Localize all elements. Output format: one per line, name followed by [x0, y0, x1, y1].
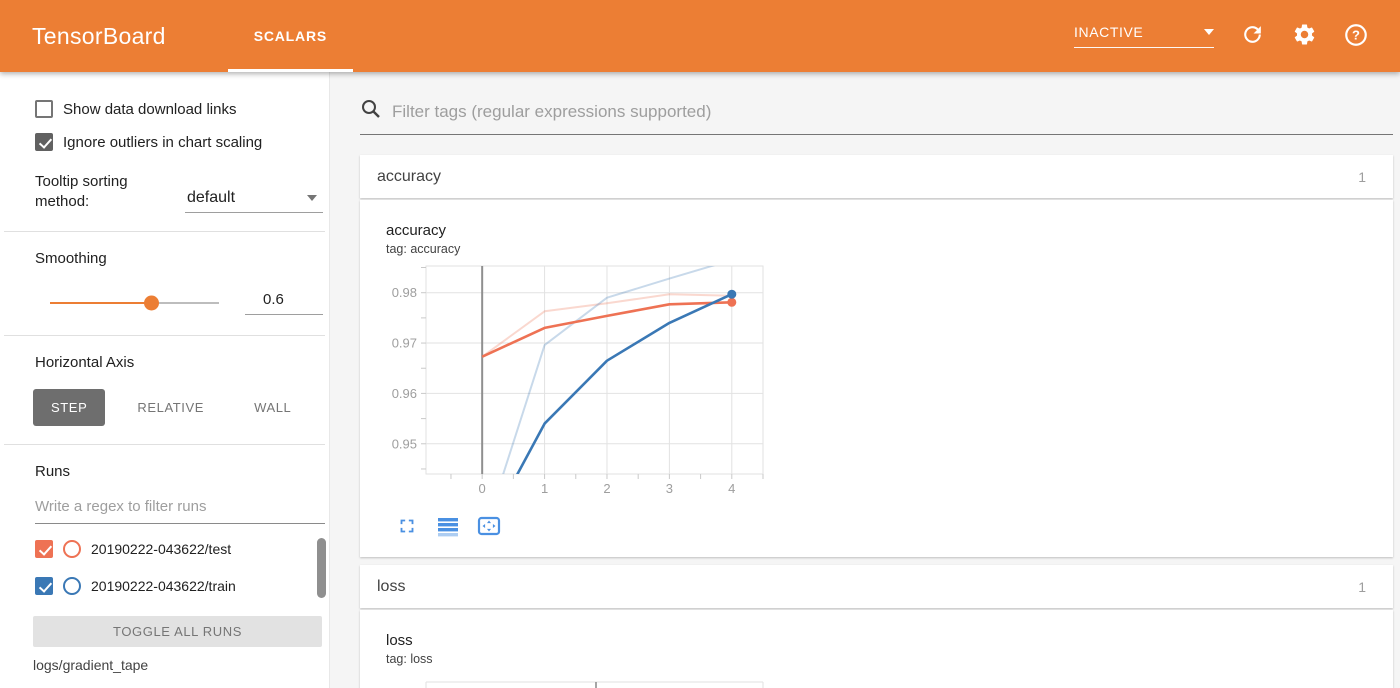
axis-relative-button[interactable]: RELATIVE — [119, 389, 222, 426]
svg-text:1: 1 — [541, 481, 548, 496]
svg-text:3: 3 — [666, 481, 673, 496]
reload-status-select[interactable]: INACTIVE — [1074, 24, 1214, 48]
svg-text:0.98: 0.98 — [392, 285, 417, 300]
run-test-label: 20190222-043622/test — [91, 541, 231, 557]
tooltip-sorting-value: default — [187, 189, 235, 207]
runs-list: 20190222-043622/test 20190222-043622/tra… — [0, 536, 329, 616]
tag-group-header-loss[interactable]: loss 1 — [360, 565, 1393, 608]
help-icon: ? — [1343, 22, 1369, 51]
tooltip-sorting-label: Tooltip sorting method: — [35, 172, 185, 213]
accuracy-card-body: accuracy tag: accuracy 0 1 2 3 4 0.95 0.96 0.97… — [360, 200, 1393, 557]
chevron-down-icon — [307, 195, 317, 201]
run-row-train: 20190222-043622/train — [0, 577, 329, 595]
appbar-actions: INACTIVE ? — [1074, 22, 1400, 50]
help-button[interactable]: ? — [1342, 22, 1370, 50]
chart-subtitle: tag: loss — [386, 652, 1393, 666]
refresh-icon — [1240, 22, 1265, 50]
smoothing-slider-fill — [50, 302, 151, 304]
run-row-test: 20190222-043622/test — [0, 540, 329, 558]
smoothing-label: Smoothing — [0, 250, 329, 267]
smoothing-slider[interactable] — [50, 302, 219, 304]
tag-group-title: accuracy — [377, 168, 441, 186]
loss-card-body: loss tag: loss 0.9 — [360, 610, 1393, 688]
svg-text:0: 0 — [479, 481, 486, 496]
loss-line-chart[interactable]: 0.9 — [386, 674, 1393, 688]
chart-title: loss — [386, 632, 1393, 649]
svg-text:4: 4 — [728, 481, 735, 496]
run-train-label: 20190222-043622/train — [91, 578, 236, 594]
runs-filter-input[interactable] — [35, 494, 325, 524]
run-train-checkbox[interactable] — [35, 577, 53, 595]
tab-scalars-label: SCALARS — [254, 28, 327, 44]
fit-to-data-icon — [476, 514, 502, 541]
show-download-links-label: Show data download links — [63, 101, 236, 118]
tag-group-count: 1 — [1358, 579, 1366, 595]
log-directory-label: logs/gradient_tape — [0, 647, 329, 673]
tag-group-count: 1 — [1358, 169, 1366, 185]
tag-group-title: loss — [377, 578, 405, 596]
tab-scalars[interactable]: SCALARS — [228, 0, 353, 72]
refresh-button[interactable] — [1238, 22, 1266, 50]
ignore-outliers-checkbox[interactable] — [35, 133, 53, 151]
svg-text:0.95: 0.95 — [392, 436, 417, 451]
run-test-color-swatch — [63, 540, 81, 558]
smoothing-slider-thumb[interactable] — [144, 295, 159, 310]
runs-label: Runs — [0, 463, 329, 480]
chart-actions — [386, 513, 1393, 541]
log-scale-button[interactable] — [434, 513, 462, 541]
fullscreen-icon — [396, 515, 418, 540]
tag-group-accuracy: accuracy 1 accuracy tag: accuracy 012340… — [360, 155, 1393, 557]
reload-status-label: INACTIVE — [1074, 24, 1143, 40]
axis-wall-button[interactable]: WALL — [236, 389, 309, 426]
horizontal-axis-label: Horizontal Axis — [0, 354, 329, 371]
tab-bar: SCALARS — [228, 0, 353, 72]
app-header: TensorBoard SCALARS INACTIVE ? — [0, 0, 1400, 72]
scalars-dashboard: accuracy 1 accuracy tag: accuracy 012340… — [330, 72, 1400, 688]
chart-subtitle: tag: accuracy — [386, 242, 1393, 256]
settings-button[interactable] — [1290, 22, 1318, 50]
app-title: TensorBoard — [32, 23, 166, 50]
tooltip-sorting-select[interactable]: default — [185, 189, 323, 213]
run-test-checkbox[interactable] — [35, 540, 53, 558]
search-icon — [360, 98, 382, 125]
svg-text:2: 2 — [603, 481, 610, 496]
gear-icon — [1292, 22, 1317, 50]
svg-text:?: ? — [1352, 27, 1360, 42]
run-train-color-swatch — [63, 577, 81, 595]
accuracy-line-chart[interactable]: 0 1 2 3 4 0.95 0.96 0.97 0.98 — [386, 264, 1393, 509]
svg-text:0.96: 0.96 — [392, 386, 417, 401]
smoothing-value-field[interactable]: 0.6 — [245, 291, 323, 315]
settings-sidebar: Show data download links Ignore outliers… — [0, 72, 330, 688]
show-download-links-checkbox[interactable] — [35, 100, 53, 118]
axis-step-button[interactable]: STEP — [33, 389, 105, 426]
chart-title: accuracy — [386, 222, 1393, 239]
horizontal-bars-icon — [436, 514, 460, 541]
chevron-down-icon — [1204, 29, 1214, 35]
ignore-outliers-label: Ignore outliers in chart scaling — [63, 134, 262, 151]
tag-filter-row — [360, 98, 1393, 135]
divider — [4, 231, 325, 232]
divider — [4, 335, 325, 336]
filter-tags-input[interactable] — [392, 102, 1393, 122]
fit-domain-button[interactable] — [475, 513, 503, 541]
expand-chart-button[interactable] — [393, 513, 421, 541]
runs-scrollbar[interactable] — [317, 538, 326, 598]
svg-text:0.97: 0.97 — [392, 336, 417, 351]
divider — [4, 444, 325, 445]
toggle-all-runs-button[interactable]: TOGGLE ALL RUNS — [33, 616, 322, 647]
tag-group-loss: loss 1 loss tag: loss 0.9 — [360, 565, 1393, 688]
tag-group-header-accuracy[interactable]: accuracy 1 — [360, 155, 1393, 198]
